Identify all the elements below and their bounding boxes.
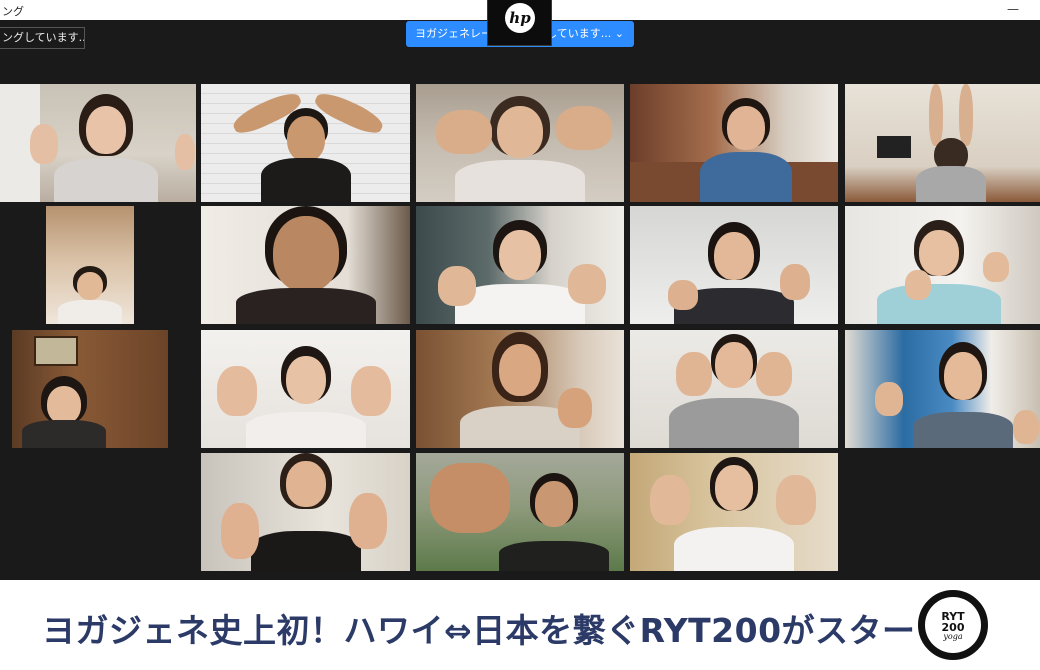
video-tile-participant-5[interactable]	[845, 84, 1040, 202]
participant-17	[494, 471, 614, 571]
video-tile-participant-14[interactable]	[630, 330, 838, 448]
participant-5	[911, 84, 991, 202]
minimize-button[interactable]: —	[1006, 2, 1020, 16]
participant-7	[231, 206, 381, 324]
video-tile-participant-17[interactable]	[416, 453, 624, 571]
hp-logo: hp	[505, 3, 535, 33]
participant-1	[46, 92, 166, 202]
video-tile-participant-9[interactable]	[630, 206, 838, 324]
participant-6	[55, 264, 125, 324]
video-tile-participant-11[interactable]	[12, 330, 168, 448]
video-tile-participant-13[interactable]	[416, 330, 624, 448]
video-tile-participant-3[interactable]	[416, 84, 624, 202]
participant-4	[696, 92, 796, 202]
participant-15	[903, 342, 1023, 448]
video-tile-participant-1[interactable]	[0, 84, 196, 202]
video-tile-participant-16[interactable]	[201, 453, 410, 571]
hp-webcam-overlay: hp	[487, 0, 552, 46]
video-tile-participant-18[interactable]	[630, 453, 838, 571]
recording-indicator: ングしています...	[0, 27, 85, 49]
video-tile-participant-12[interactable]	[201, 330, 410, 448]
ryt200-yoga-alliance-badge: REGISTERED YOGA TEACHER ALLIANCE RYT 200…	[918, 590, 988, 660]
video-tile-participant-10[interactable]	[845, 206, 1040, 324]
svg-text:ALLIANCE: ALLIANCE	[942, 642, 965, 650]
video-tile-participant-15[interactable]	[845, 330, 1040, 448]
chevron-down-icon[interactable]: ⌄	[615, 27, 624, 40]
video-tile-participant-2[interactable]	[201, 84, 410, 202]
video-tile-participant-6[interactable]	[46, 206, 134, 324]
video-tile-participant-8[interactable]	[416, 206, 624, 324]
caption-banner: ヨガジェネ史上初！ハワイ⇔日本を繋ぐRYT200がスタート！	[0, 580, 1040, 670]
video-tile-participant-7[interactable]	[201, 206, 410, 324]
participant-11	[21, 376, 107, 448]
badge-ring-bottom-text: ALLIANCE	[942, 642, 965, 650]
headline: ヨガジェネ史上初！ハワイ⇔日本を繋ぐRYT200がスタート！	[42, 611, 983, 650]
video-tile-participant-4[interactable]	[630, 84, 838, 202]
badge-yoga-text: yoga	[943, 632, 963, 641]
window-title: ング	[2, 5, 24, 18]
